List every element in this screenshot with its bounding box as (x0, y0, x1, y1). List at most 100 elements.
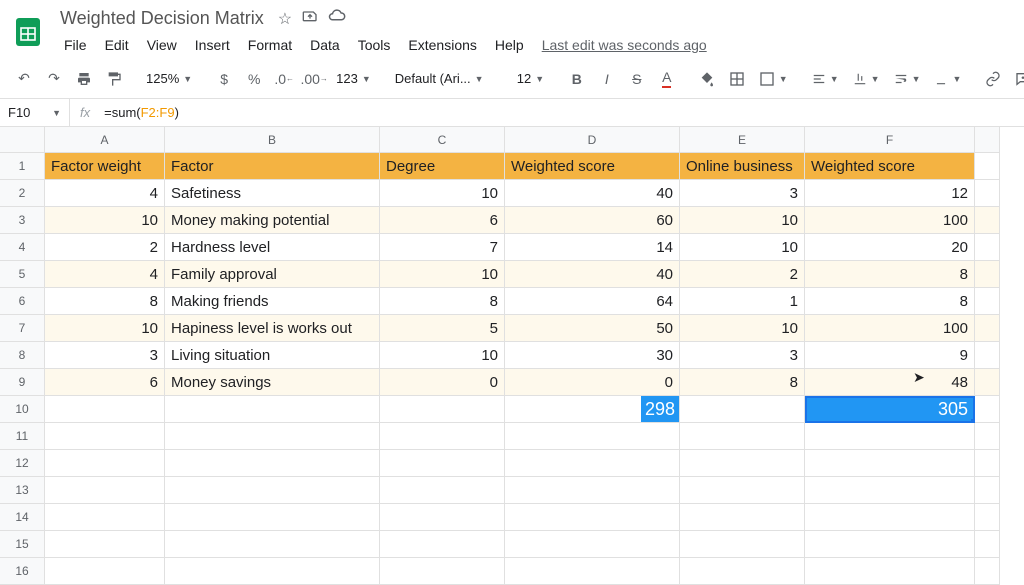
decrease-decimal-button[interactable]: .0← (270, 65, 298, 93)
row-header[interactable]: 8 (0, 342, 45, 369)
cell[interactable]: 0 (505, 369, 680, 396)
cell[interactable]: 6 (380, 207, 505, 234)
cell[interactable] (975, 315, 1000, 342)
cell[interactable]: 10 (380, 261, 505, 288)
font-select[interactable]: Default (Ari... ▼ (389, 71, 499, 86)
cell[interactable] (975, 531, 1000, 558)
menu-file[interactable]: File (56, 33, 95, 57)
cell[interactable] (975, 288, 1000, 315)
cell[interactable] (380, 423, 505, 450)
menu-format[interactable]: Format (240, 33, 300, 57)
cell[interactable]: Degree (380, 153, 505, 180)
cell[interactable]: 12 (805, 180, 975, 207)
cell[interactable] (45, 504, 165, 531)
row-header[interactable]: 9 (0, 369, 45, 396)
cell[interactable]: 1 (680, 288, 805, 315)
cell[interactable] (680, 504, 805, 531)
menu-help[interactable]: Help (487, 33, 532, 57)
cell[interactable]: Making friends (165, 288, 380, 315)
move-icon[interactable] (302, 8, 318, 29)
menu-tools[interactable]: Tools (350, 33, 399, 57)
cell[interactable] (805, 450, 975, 477)
cell[interactable]: Family approval (165, 261, 380, 288)
cell[interactable]: 8 (380, 288, 505, 315)
cell[interactable] (505, 504, 680, 531)
cell[interactable] (975, 180, 1000, 207)
cell[interactable] (45, 450, 165, 477)
menu-view[interactable]: View (139, 33, 185, 57)
cell[interactable] (805, 531, 975, 558)
row-header[interactable]: 11 (0, 423, 45, 450)
spreadsheet-grid[interactable]: 1 2 3 4 5 6 7 8 9 10 11 12 13 14 15 16 A… (0, 127, 1024, 575)
cell[interactable] (805, 504, 975, 531)
cloud-icon[interactable] (328, 9, 346, 28)
cell[interactable] (165, 450, 380, 477)
cell[interactable] (975, 423, 1000, 450)
cell[interactable] (680, 477, 805, 504)
text-color-button[interactable]: A (653, 65, 681, 93)
cell[interactable]: 4 (45, 261, 165, 288)
cell[interactable]: Weighted score (805, 153, 975, 180)
cell[interactable] (975, 342, 1000, 369)
cell[interactable]: 20 (805, 234, 975, 261)
sheets-logo-icon[interactable] (10, 14, 46, 50)
cell[interactable] (165, 558, 380, 585)
zoom-select[interactable]: 125% ▼ (140, 71, 198, 86)
cell[interactable]: 10 (680, 207, 805, 234)
row-header[interactable]: 13 (0, 477, 45, 504)
cell[interactable] (975, 477, 1000, 504)
print-button[interactable] (70, 65, 98, 93)
cell[interactable]: 10 (380, 180, 505, 207)
cell[interactable]: 3 (45, 342, 165, 369)
cell[interactable]: Money savings (165, 369, 380, 396)
cell[interactable] (165, 396, 380, 423)
cell[interactable] (505, 531, 680, 558)
number-format-select[interactable]: 123 ▼ (330, 71, 377, 86)
increase-decimal-button[interactable]: .00→ (300, 65, 328, 93)
cell[interactable] (680, 423, 805, 450)
col-header[interactable]: A (45, 127, 165, 153)
cell[interactable] (165, 531, 380, 558)
doc-title[interactable]: Weighted Decision Matrix (56, 6, 268, 31)
cell[interactable] (380, 450, 505, 477)
cell[interactable] (805, 477, 975, 504)
menu-edit[interactable]: Edit (97, 33, 137, 57)
cell[interactable]: 2 (680, 261, 805, 288)
menu-data[interactable]: Data (302, 33, 348, 57)
cell[interactable] (680, 450, 805, 477)
fill-color-button[interactable] (693, 65, 721, 93)
cell[interactable]: Online business (680, 153, 805, 180)
col-header[interactable]: B (165, 127, 380, 153)
cell[interactable] (45, 558, 165, 585)
col-header[interactable]: F (805, 127, 975, 153)
wrap-button[interactable]: ▼ (888, 72, 927, 86)
paint-format-button[interactable] (100, 65, 128, 93)
col-header[interactable]: D (505, 127, 680, 153)
comment-button[interactable] (1009, 65, 1024, 93)
cell[interactable] (805, 423, 975, 450)
cell[interactable]: 10 (680, 234, 805, 261)
cell[interactable]: 10 (45, 315, 165, 342)
cell[interactable]: 14 (505, 234, 680, 261)
font-size-select[interactable]: 12 ▼ (511, 71, 551, 86)
cell[interactable]: Living situation (165, 342, 380, 369)
undo-button[interactable]: ↶ (10, 65, 38, 93)
percent-button[interactable]: % (240, 65, 268, 93)
select-all-corner[interactable] (0, 127, 45, 153)
cell[interactable]: 48 (805, 369, 975, 396)
cell[interactable] (505, 450, 680, 477)
cell[interactable]: 40 (505, 261, 680, 288)
cell[interactable]: 6 (45, 369, 165, 396)
cell[interactable] (975, 234, 1000, 261)
cell[interactable] (975, 558, 1000, 585)
row-header[interactable]: 16 (0, 558, 45, 585)
cell[interactable]: 50 (505, 315, 680, 342)
redo-button[interactable]: ↷ (40, 65, 68, 93)
row-header[interactable]: 2 (0, 180, 45, 207)
cell[interactable]: 100 (805, 315, 975, 342)
cell[interactable] (975, 261, 1000, 288)
cell[interactable]: 2 (45, 234, 165, 261)
currency-button[interactable]: $ (210, 65, 238, 93)
row-header[interactable]: 1 (0, 153, 45, 180)
cell[interactable]: Factor (165, 153, 380, 180)
